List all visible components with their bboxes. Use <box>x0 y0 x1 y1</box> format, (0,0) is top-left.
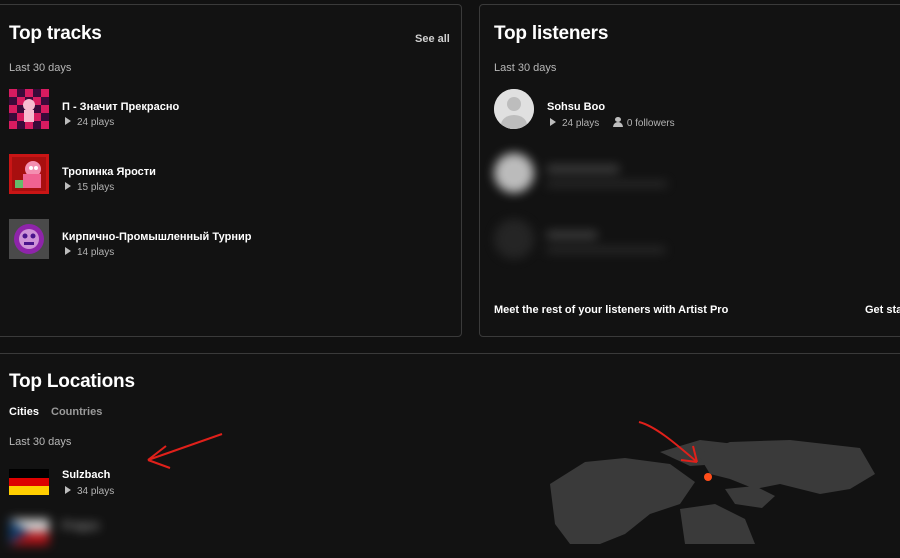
track-row[interactable]: Тропинка Ярости 15 plays <box>0 154 455 198</box>
user-icon <box>612 117 623 127</box>
blurred-name <box>547 165 619 173</box>
track-artwork <box>9 154 49 194</box>
annotation-arrow-right <box>638 421 698 463</box>
play-icon <box>65 486 71 494</box>
play-icon <box>65 117 71 125</box>
listener-name[interactable]: Sohsu Boo <box>547 101 605 113</box>
location-plays: 34 plays <box>65 486 114 497</box>
avatar-blurred <box>494 219 534 259</box>
listener-row-blurred <box>480 219 900 263</box>
artist-pro-promo: Meet the rest of your listeners with Art… <box>494 304 729 316</box>
tab-countries[interactable]: Countries <box>51 406 102 418</box>
period-label: Last 30 days <box>494 62 557 74</box>
track-artwork <box>9 219 49 259</box>
blurred-stats <box>547 181 667 187</box>
location-name[interactable]: Sulzbach <box>62 469 110 481</box>
play-icon <box>65 182 71 190</box>
period-label: Last 30 days <box>9 62 72 74</box>
location-row: Prague <box>0 514 295 558</box>
listener-row-blurred <box>480 153 900 197</box>
location-dot <box>704 473 712 481</box>
blurred-stats <box>547 247 665 253</box>
tab-cities[interactable]: Cities <box>9 406 39 418</box>
track-plays: 24 plays <box>65 117 114 128</box>
annotation-arrow-left <box>147 433 223 469</box>
track-row[interactable]: П - Значит Прекрасно 24 plays <box>0 89 455 133</box>
top-tracks-title: Top tracks <box>9 23 102 44</box>
top-locations-panel: Top Locations Cities Countries Last 30 d… <box>0 353 900 553</box>
play-icon <box>65 247 71 255</box>
see-all-link[interactable]: See all <box>415 33 450 45</box>
track-name[interactable]: П - Значит Прекрасно <box>62 101 179 113</box>
blurred-name <box>547 231 597 239</box>
listener-stats: 24 plays 0 followers <box>550 117 675 129</box>
track-plays: 15 plays <box>65 182 114 193</box>
top-listeners-title: Top listeners <box>494 23 609 44</box>
track-name[interactable]: Тропинка Ярости <box>62 166 156 178</box>
avatar-blurred <box>494 153 534 193</box>
track-artwork <box>9 89 49 129</box>
avatar[interactable] <box>494 89 534 129</box>
track-name[interactable]: Кирпично-Промышленный Турнир <box>62 231 252 243</box>
world-map <box>550 440 875 544</box>
track-plays: 14 plays <box>65 247 114 258</box>
top-tracks-panel: Top tracks See all Last 30 days П - Знач… <box>0 4 462 337</box>
get-started-button[interactable]: Get sta <box>865 304 900 316</box>
period-label: Last 30 days <box>9 436 72 448</box>
listener-row[interactable]: Sohsu Boo 24 plays 0 followers <box>480 89 900 133</box>
germany-flag-icon <box>9 469 49 495</box>
location-name: Prague <box>62 520 100 532</box>
top-listeners-panel: Top listeners Last 30 days Sohsu Boo 24 … <box>479 4 900 337</box>
czech-flag-icon <box>9 519 49 545</box>
track-row[interactable]: Кирпично-Промышленный Турнир 14 plays <box>0 219 455 263</box>
play-icon <box>550 118 556 126</box>
top-locations-title: Top Locations <box>9 371 135 392</box>
